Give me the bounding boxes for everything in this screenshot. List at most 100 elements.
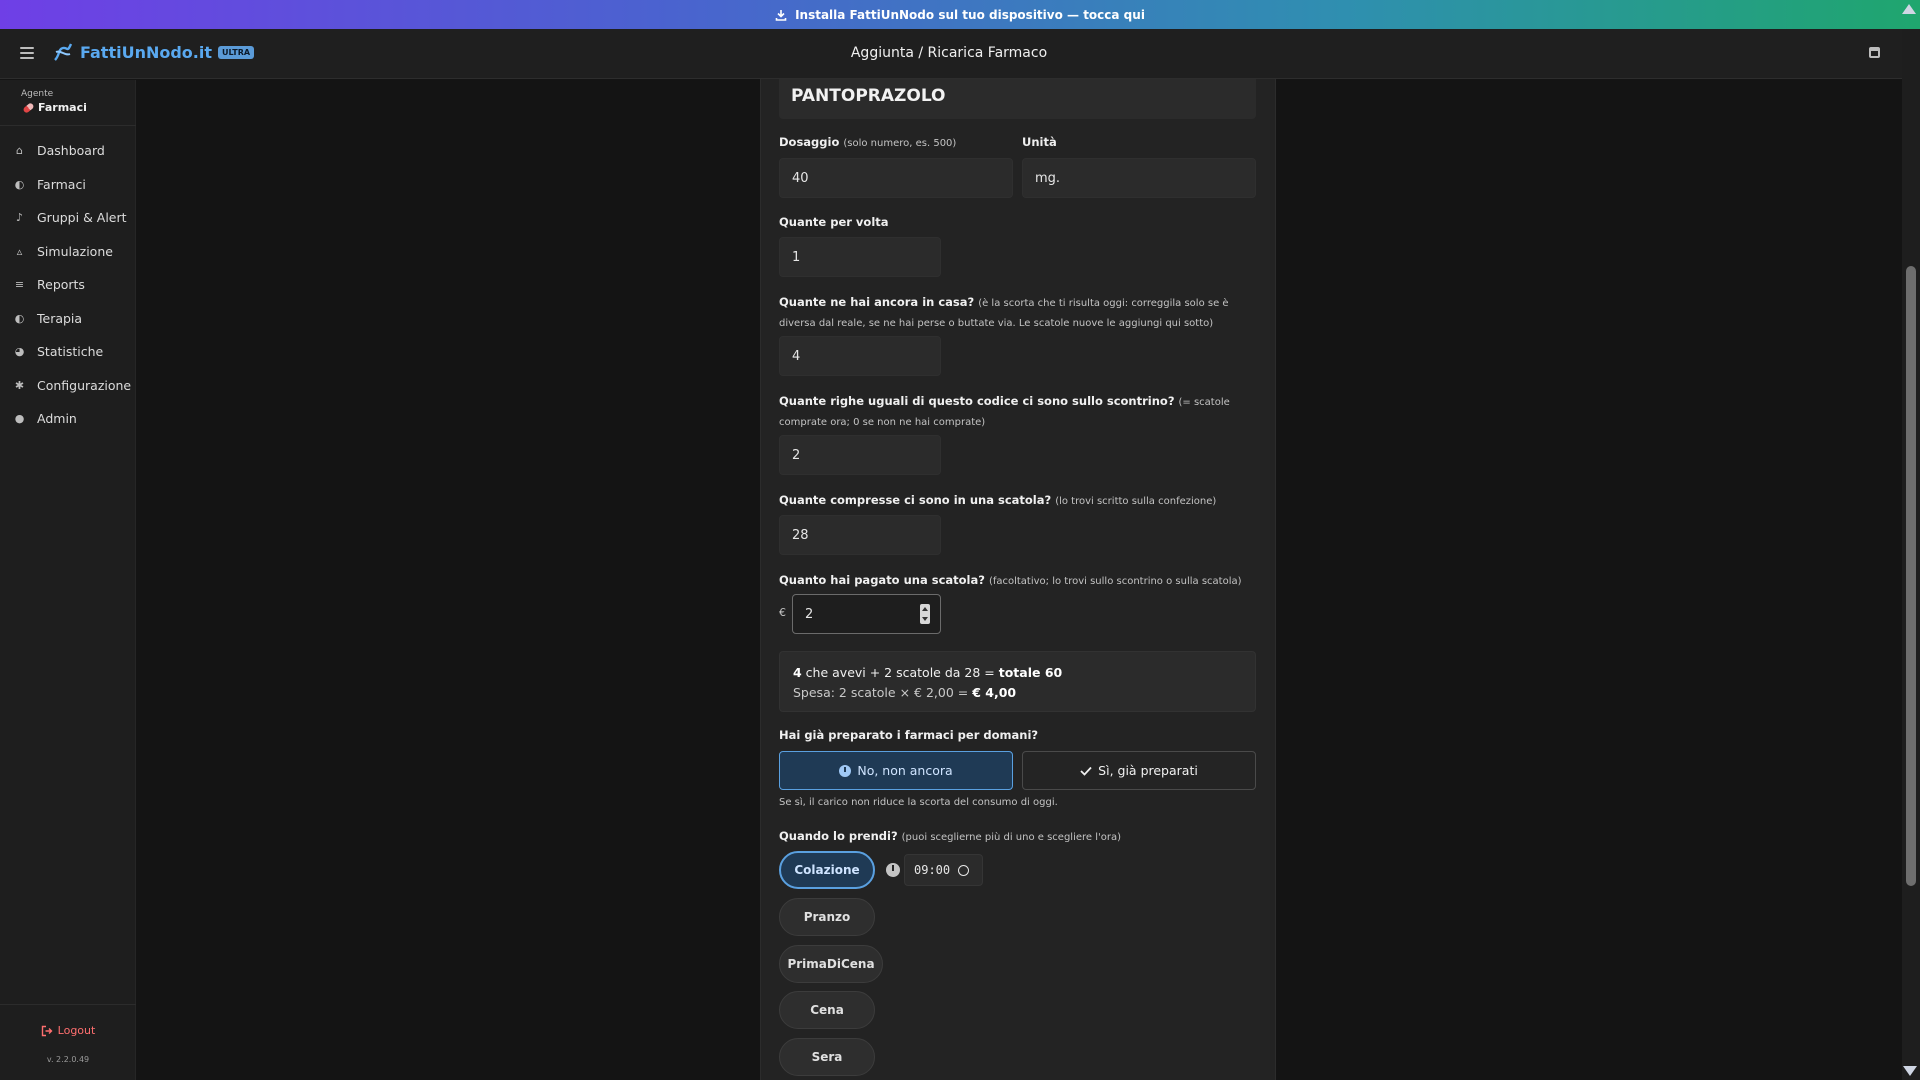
bell-icon: ♪ xyxy=(15,211,24,225)
agent-label: Agente xyxy=(21,89,54,99)
price-value: 2 xyxy=(805,606,814,622)
number-stepper[interactable] xyxy=(920,604,930,624)
scroll-down-arrow-icon[interactable] xyxy=(1903,1066,1917,1076)
sidebar-item-configurazione[interactable]: ✱ Configurazione xyxy=(0,369,136,403)
spend-summary-line: Spesa: 2 scatole × € 2,00 = € 4,00 xyxy=(793,683,1242,703)
clock-icon xyxy=(886,863,900,877)
sidebar: Agente Farmaci ⌂ Dashboard ◐ Farmaci ♪ G… xyxy=(0,80,136,1080)
sidebar-item-label: Reports xyxy=(37,277,85,293)
sidebar-item-terapia[interactable]: ◐ Terapia xyxy=(0,302,136,336)
summary-total: totale 60 xyxy=(998,665,1063,680)
logout-label: Logout xyxy=(57,1024,96,1037)
summary-middle: che avevi + 2 scatole da 28 = xyxy=(801,665,999,680)
logout-button[interactable]: Logout xyxy=(0,1024,136,1037)
sidebar-item-label: Simulazione xyxy=(37,243,113,259)
receipt-rows-label-text: Quante righe uguali di questo codice ci … xyxy=(779,394,1175,408)
chart-icon: ≡ xyxy=(14,278,25,292)
stock-summary-line: 4 che avevi + 2 scatole da 28 = totale 6… xyxy=(793,663,1242,683)
install-banner[interactable]: Installa FattiUnNodo sul tuo dispositivo… xyxy=(0,0,1920,29)
at-home-label: Quante ne hai ancora in casa? (è la scor… xyxy=(779,293,1256,333)
dosage-label-text: Dosaggio xyxy=(779,135,840,149)
sidebar-item-farmaci[interactable]: ◐ Farmaci xyxy=(0,168,136,202)
pie-chart-icon: ◕ xyxy=(14,345,25,359)
sidebar-item-simulazione[interactable]: ▵ Simulazione xyxy=(0,235,136,269)
app-header: FattiUnNodo.it ULTRA Aggiunta / Ricarica… xyxy=(0,29,1920,79)
sidebar-item-statistiche[interactable]: ◕ Statistiche xyxy=(0,335,136,369)
page-title: Aggiunta / Ricarica Farmaco xyxy=(850,45,1048,61)
summary-spend-total: € 4,00 xyxy=(972,685,1017,700)
time-input[interactable]: 09:00 xyxy=(904,854,983,886)
sidebar-item-label: Dashboard xyxy=(37,143,105,159)
meal-colazione-button[interactable]: Colazione xyxy=(779,851,875,889)
at-home-input[interactable]: 4 xyxy=(779,336,941,376)
per-box-label-text: Quante compresse ci sono in una scatola? xyxy=(779,493,1052,507)
per-box-hint: (lo trovi scritto sulla confezione) xyxy=(1055,496,1217,507)
price-label-text: Quanto hai pagato una scatola? xyxy=(779,573,985,587)
agent-selector[interactable]: Farmaci xyxy=(22,101,87,114)
logout-icon xyxy=(41,1025,53,1036)
prepared-button[interactable]: Sì, già preparati xyxy=(1022,751,1256,790)
divider xyxy=(0,125,136,126)
calendar-icon[interactable] xyxy=(1869,47,1880,58)
sidebar-item-gruppi-alert[interactable]: ♪ Gruppi & Alert xyxy=(0,201,136,235)
sidebar-item-label: Statistiche xyxy=(37,344,104,360)
dosage-label: Dosaggio (solo numero, es. 500) xyxy=(779,133,956,153)
pills-icon: ◐ xyxy=(14,177,25,191)
sidebar-item-dashboard[interactable]: ⌂ Dashboard xyxy=(0,134,136,168)
when-hint: (puoi sceglierne più di uno e scegliere … xyxy=(901,832,1122,843)
scrollbar-thumb[interactable] xyxy=(1906,266,1916,886)
summary-had: 4 xyxy=(793,665,802,680)
sidebar-item-label: Configurazione xyxy=(37,377,132,393)
clock-icon xyxy=(839,764,852,777)
per-dose-label: Quante per volta xyxy=(779,215,889,229)
when-label-text: Quando lo prendi? xyxy=(779,829,898,843)
divider xyxy=(0,1004,136,1005)
not-prepared-button[interactable]: No, non ancora xyxy=(779,751,1013,790)
agent-name: Farmaci xyxy=(38,101,87,114)
unit-input[interactable]: mg. xyxy=(1022,158,1256,198)
price-hint: (facoltativo; lo trovi sullo scontrino o… xyxy=(988,576,1242,587)
dosage-input[interactable]: 40 xyxy=(779,158,1013,198)
sidebar-item-label: Admin xyxy=(37,411,77,427)
stock-summary: 4 che avevi + 2 scatole da 28 = totale 6… xyxy=(779,651,1256,712)
meal-cena-button[interactable]: Cena xyxy=(779,991,875,1029)
page-scrollbar[interactable] xyxy=(1902,29,1920,1080)
home-icon: ⌂ xyxy=(16,144,23,158)
price-input[interactable]: 2 xyxy=(792,594,941,634)
download-icon xyxy=(775,9,787,21)
per-box-label: Quante compresse ci sono in una scatola?… xyxy=(779,491,1216,511)
prepared-label: Hai già preparato i farmaci per domani? xyxy=(779,728,1039,742)
when-label: Quando lo prendi? (puoi sceglierne più d… xyxy=(779,827,1121,847)
receipt-rows-input[interactable]: 2 xyxy=(779,435,941,475)
check-icon xyxy=(1080,766,1092,776)
pill-icon xyxy=(22,101,35,114)
prepared-label-text: Sì, già preparati xyxy=(1098,763,1198,778)
meal-primadicena-button[interactable]: PrimaDiCena xyxy=(779,945,883,983)
per-box-input[interactable]: 28 xyxy=(779,515,941,555)
sidebar-item-admin[interactable]: ● Admin xyxy=(0,402,136,436)
pills-icon: ◐ xyxy=(14,311,25,325)
prepared-note: Se sì, il carico non riduce la scorta de… xyxy=(779,797,1058,808)
not-prepared-label: No, non ancora xyxy=(857,763,953,778)
flask-icon: ▵ xyxy=(16,244,23,258)
currency-symbol: € xyxy=(779,606,786,619)
sidebar-item-reports[interactable]: ≡ Reports xyxy=(0,268,136,302)
price-label: Quanto hai pagato una scatola? (facoltat… xyxy=(779,571,1242,591)
sidebar-nav: ⌂ Dashboard ◐ Farmaci ♪ Gruppi & Alert ▵… xyxy=(0,134,136,436)
app-version: v. 2.2.0.49 xyxy=(46,1055,90,1064)
users-icon: ● xyxy=(14,412,25,426)
per-dose-input[interactable]: 1 xyxy=(779,237,941,277)
scroll-up-arrow-icon[interactable] xyxy=(1902,4,1916,14)
meal-sera-button[interactable]: Sera xyxy=(779,1038,875,1076)
drug-name: PANTOPRAZOLO xyxy=(779,79,1256,119)
install-banner-text: Installa FattiUnNodo sul tuo dispositivo… xyxy=(795,7,1145,22)
at-home-label-text: Quante ne hai ancora in casa? xyxy=(779,295,975,309)
sidebar-item-label: Farmaci xyxy=(37,176,86,192)
unit-label: Unità xyxy=(1022,135,1057,149)
receipt-rows-label: Quante righe uguali di questo codice ci … xyxy=(779,392,1256,432)
time-picker-icon[interactable] xyxy=(958,864,970,876)
meal-pranzo-button[interactable]: Pranzo xyxy=(779,898,875,936)
sidebar-item-label: Terapia xyxy=(37,310,83,326)
time-value: 09:00 xyxy=(914,863,951,877)
summary-spend: Spesa: 2 scatole × € 2,00 = xyxy=(793,685,973,700)
